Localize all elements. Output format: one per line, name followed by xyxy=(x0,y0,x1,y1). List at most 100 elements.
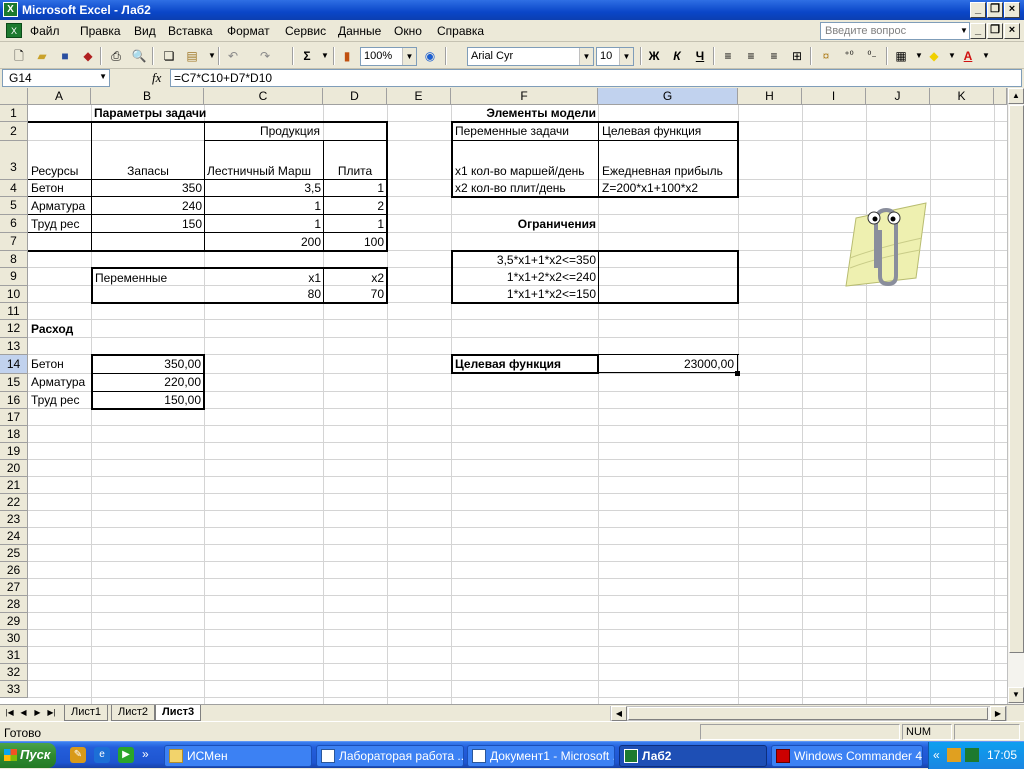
task-lab2[interactable]: Лаб2 xyxy=(619,745,767,767)
tab-sheet3[interactable]: Лист3 xyxy=(155,705,202,721)
col-header-k[interactable]: K xyxy=(930,88,994,105)
row-header[interactable]: 30 xyxy=(0,630,28,647)
row-header[interactable]: 21 xyxy=(0,477,28,494)
row-header[interactable]: 22 xyxy=(0,494,28,511)
row-header[interactable]: 29 xyxy=(0,613,28,630)
undo-icon[interactable]: ↶ xyxy=(224,47,242,65)
cell-b1[interactable]: Параметры задачи xyxy=(92,105,208,121)
chevron-right-icon[interactable]: » xyxy=(142,747,149,761)
italic-button[interactable]: К xyxy=(668,47,686,65)
print-icon[interactable]: ⎙ xyxy=(107,47,125,65)
cell-a16[interactable]: Труд рес xyxy=(29,392,81,408)
row-header[interactable]: 14 xyxy=(0,355,28,374)
col-header-h[interactable]: H xyxy=(738,88,802,105)
row-header[interactable]: 15 xyxy=(0,374,28,392)
cell-a15[interactable]: Арматура xyxy=(29,374,87,390)
quicklaunch-icon[interactable]: ✎ xyxy=(70,747,86,763)
cell-b6[interactable]: 150 xyxy=(92,216,204,232)
scroll-down-icon[interactable]: ▼ xyxy=(1008,687,1024,703)
clock[interactable]: 17:05 xyxy=(987,748,1017,762)
redo-icon[interactable]: ↷ xyxy=(256,47,274,65)
cell-c10[interactable]: 80 xyxy=(205,286,323,302)
cell-f9[interactable]: 1*x1+2*x2<=240 xyxy=(453,269,598,285)
menu-tools[interactable]: Сервис xyxy=(285,24,326,38)
menu-data[interactable]: Данные xyxy=(338,24,381,38)
cell-d4[interactable]: 1 xyxy=(324,180,386,196)
cell-c5[interactable]: 1 xyxy=(205,198,323,214)
tray-app-icon[interactable] xyxy=(947,748,961,762)
menu-window[interactable]: Окно xyxy=(394,24,422,38)
row-header[interactable]: 18 xyxy=(0,426,28,443)
col-header-g[interactable]: G xyxy=(598,88,738,105)
font-size-select[interactable]: 10 ▼ xyxy=(596,47,634,66)
cell-c3[interactable]: Лестничный Марш xyxy=(205,163,323,179)
menu-view[interactable]: Вид xyxy=(134,24,156,38)
cell-f6[interactable]: Ограничения xyxy=(452,216,598,232)
cell-f10[interactable]: 1*x1+1*x2<=150 xyxy=(453,286,598,302)
cell-d5[interactable]: 2 xyxy=(324,198,386,214)
tab-sheet1[interactable]: Лист1 xyxy=(64,705,109,721)
col-header-i[interactable]: I xyxy=(802,88,866,105)
media-player-icon[interactable]: ▶ xyxy=(118,747,134,763)
horizontal-scroll-thumb[interactable] xyxy=(628,707,988,720)
col-header-a[interactable]: A xyxy=(28,88,91,105)
menu-insert[interactable]: Вставка xyxy=(168,24,213,38)
cell-c7[interactable]: 200 xyxy=(205,234,323,250)
name-box[interactable]: G14 ▼ xyxy=(2,69,110,87)
row-header[interactable]: 2 xyxy=(0,122,28,141)
col-header-b[interactable]: B xyxy=(91,88,204,105)
vertical-scroll-thumb[interactable] xyxy=(1009,105,1024,653)
cell-d3[interactable]: Плита xyxy=(324,163,386,179)
cell-c6[interactable]: 1 xyxy=(205,216,323,232)
row-header[interactable]: 28 xyxy=(0,596,28,613)
row-header[interactable]: 12 xyxy=(0,320,28,338)
menu-help[interactable]: Справка xyxy=(437,24,484,38)
cell-f8[interactable]: 3,5*x1+1*x2<=350 xyxy=(453,252,598,268)
cell-f1[interactable]: Элементы модели xyxy=(452,105,598,121)
open-icon[interactable]: ▰ xyxy=(33,47,51,65)
bold-button[interactable]: Ж xyxy=(645,47,663,65)
cell-b14[interactable]: 350,00 xyxy=(93,356,203,372)
excel-icon[interactable]: X xyxy=(3,2,18,17)
row-header[interactable]: 20 xyxy=(0,460,28,477)
cell-f14[interactable]: Целевая функция xyxy=(453,356,563,372)
chevron-down-icon[interactable]: ▼ xyxy=(977,47,995,65)
cell-a5[interactable]: Арматура xyxy=(29,198,87,214)
prev-sheet-icon[interactable]: ◀ xyxy=(18,707,29,719)
start-button[interactable]: Пуск xyxy=(0,743,56,768)
col-header-c[interactable]: C xyxy=(204,88,323,105)
cell-b5[interactable]: 240 xyxy=(92,198,204,214)
vertical-scrollbar[interactable]: ▲ ▼ xyxy=(1007,88,1024,704)
chevron-down-icon[interactable]: ▼ xyxy=(402,48,416,65)
menu-file[interactable]: Файл xyxy=(30,24,60,38)
row-header[interactable]: 31 xyxy=(0,647,28,664)
row-header[interactable]: 4 xyxy=(0,180,28,197)
task-ismen[interactable]: ИСМен xyxy=(164,745,312,767)
office-assistant-clippy-icon[interactable] xyxy=(836,198,928,288)
cell-f4[interactable]: x2 кол-во плит/день xyxy=(453,180,568,196)
autosum-icon[interactable]: Σ xyxy=(298,47,316,65)
chevron-down-icon[interactable]: ▼ xyxy=(99,72,107,81)
tray-excel-icon[interactable] xyxy=(965,748,979,762)
chevron-down-icon[interactable]: ▼ xyxy=(619,48,633,65)
doc-restore-button[interactable]: ❐ xyxy=(987,23,1003,39)
cell-g3[interactable]: Ежедневная прибыль xyxy=(600,163,725,179)
row-header[interactable]: 23 xyxy=(0,511,28,528)
tab-sheet2[interactable]: Лист2 xyxy=(111,705,156,721)
permission-icon[interactable]: ◆ xyxy=(79,47,97,65)
menu-edit[interactable]: Правка xyxy=(80,24,121,38)
row-header[interactable]: 26 xyxy=(0,562,28,579)
row-header[interactable]: 24 xyxy=(0,528,28,545)
chart-wizard-icon[interactable]: ▮ xyxy=(338,47,356,65)
fill-color-icon[interactable]: ◆ xyxy=(925,47,943,65)
font-color-icon[interactable]: A xyxy=(959,47,977,65)
row-header[interactable]: 27 xyxy=(0,579,28,596)
scroll-up-icon[interactable]: ▲ xyxy=(1008,88,1024,104)
row-header[interactable]: 6 xyxy=(0,215,28,233)
row-header[interactable]: 1 xyxy=(0,105,28,122)
insert-function-icon[interactable]: fx xyxy=(152,70,161,86)
increase-decimal-icon[interactable]: ⁺⁰ xyxy=(840,47,858,65)
doc-close-button[interactable]: × xyxy=(1004,23,1020,39)
cell-d6[interactable]: 1 xyxy=(324,216,386,232)
doc-minimize-button[interactable]: _ xyxy=(970,23,986,39)
